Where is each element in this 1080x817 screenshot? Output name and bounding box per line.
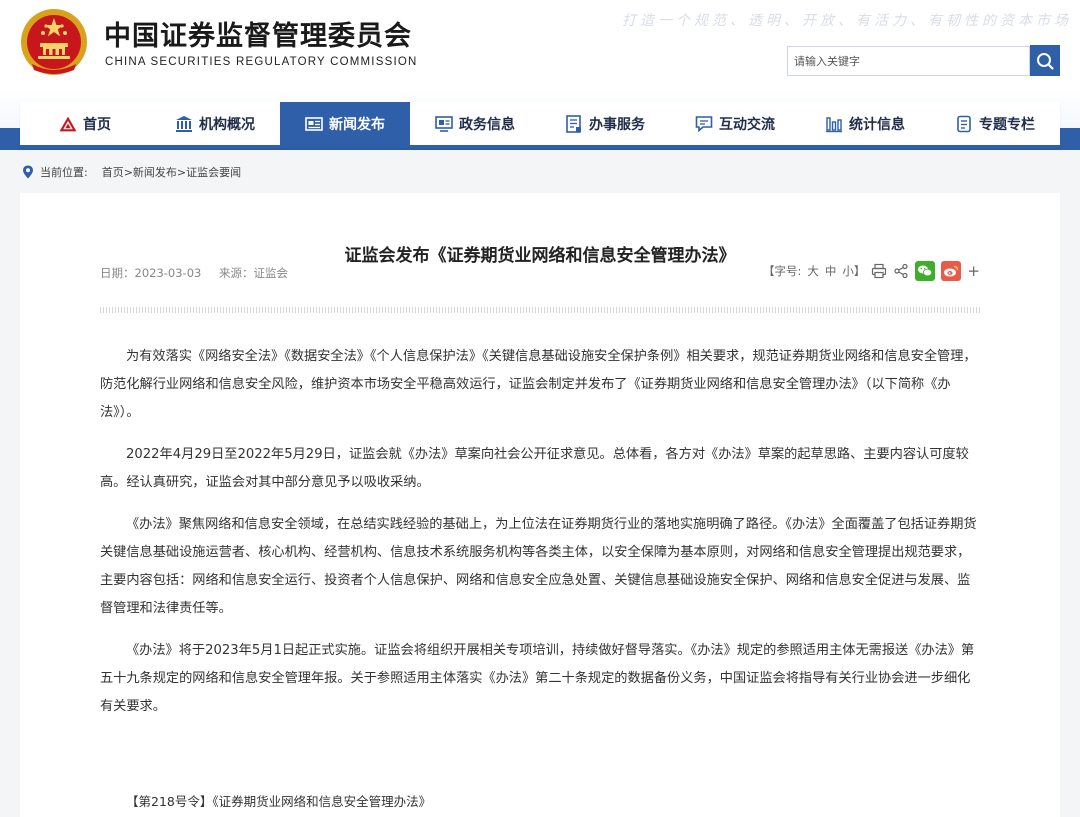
article-source: 来源：证监会: [219, 266, 288, 280]
chat-icon: [695, 115, 713, 133]
site-slogan: 打造一个规范、透明、开放、有活力、有韧性的资本市场: [622, 13, 1072, 29]
article-tools: 【字号: 大 中 小】 +: [763, 261, 980, 281]
print-icon[interactable]: [871, 263, 887, 279]
column-doc-icon: [955, 115, 973, 133]
article-paragraph: 2022年4月29日至2022年5月29日，证监会就《办法》草案向社会公开征求意…: [100, 447, 969, 490]
nav-label: 专题专栏: [979, 116, 1035, 133]
font-size-small[interactable]: 小】: [842, 263, 865, 279]
article-paragraph: 《办法》将于2023年5月1日起正式实施。证监会将组织开展相关专项培训，持续做好…: [100, 643, 975, 714]
nav-item-interaction[interactable]: 互动交流: [670, 102, 800, 145]
nav-label: 新闻发布: [329, 116, 385, 133]
monitor-icon: [435, 115, 453, 133]
nav-item-news[interactable]: 新闻发布: [280, 102, 410, 145]
search-button[interactable]: [1030, 45, 1060, 76]
breadcrumb: 当前位置: 首页>新闻发布>证监会要闻: [22, 164, 241, 180]
nav-label: 政务信息: [459, 116, 515, 133]
share-icon[interactable]: [893, 263, 909, 279]
national-emblem-icon[interactable]: [18, 6, 90, 78]
building-icon: [175, 115, 193, 133]
breadcrumb-path[interactable]: 首页>新闻发布>证监会要闻: [102, 164, 241, 180]
weibo-icon: [944, 265, 959, 277]
wechat-share-button[interactable]: [915, 261, 936, 281]
nav-label: 统计信息: [849, 116, 905, 133]
document-list-icon: [565, 114, 583, 133]
site-title-cn[interactable]: 中国证券监督管理委员会: [104, 14, 412, 53]
nav-item-services[interactable]: 办事服务: [540, 102, 670, 145]
attachment-link[interactable]: 【第218号令】《证券期货业网络和信息安全管理办法》: [126, 791, 431, 810]
article-date: 日期：2023-03-03: [100, 266, 202, 280]
search-input[interactable]: [787, 46, 1030, 76]
nav-label: 互动交流: [719, 116, 775, 133]
site-title-en: CHINA SECURITIES REGULATORY COMMISSION: [105, 56, 418, 68]
nav-item-statistics[interactable]: 统计信息: [800, 102, 930, 145]
font-size-large[interactable]: 大: [807, 263, 819, 279]
wechat-icon: [918, 265, 933, 277]
article-paragraph: 《办法》聚焦网络和信息安全领域，在总结实践经验的基础上，为上位法在证券期货行业的…: [100, 517, 977, 616]
title-divider: [100, 307, 980, 313]
nav-label: 办事服务: [589, 116, 645, 133]
article-paragraph: 为有效落实《网络安全法》《数据安全法》《个人信息保护法》《关键信息基础设施安全保…: [100, 349, 977, 420]
article-card: 证监会发布《证券期货业网络和信息安全管理办法》 日期：2023-03-03 来源…: [20, 193, 1060, 817]
bar-chart-icon: [825, 115, 843, 133]
nav-item-about[interactable]: 机构概况: [150, 102, 280, 145]
location-pin-icon: [23, 165, 33, 179]
font-size-label: 【字号:: [763, 264, 802, 278]
newspaper-icon: [305, 115, 323, 133]
nav-item-home[interactable]: 首页: [20, 102, 150, 145]
font-size-medium[interactable]: 中: [825, 263, 837, 279]
main-nav: 首页 机构概况 新闻发布 政务信息 办事服务 互动交流 统计信息 专题专栏: [20, 102, 1060, 148]
weibo-share-button[interactable]: [941, 261, 962, 281]
nav-item-government-info[interactable]: 政务信息: [410, 102, 540, 145]
nav-label: 机构概况: [199, 116, 255, 133]
more-share-icon[interactable]: +: [967, 262, 980, 280]
home-logo-icon: [59, 115, 77, 133]
article-meta: 日期：2023-03-03 来源：证监会: [100, 265, 302, 281]
nav-item-special-topics[interactable]: 专题专栏: [930, 102, 1060, 145]
nav-label: 首页: [83, 116, 111, 133]
search-icon: [1037, 52, 1054, 70]
breadcrumb-label: 当前位置:: [40, 166, 88, 179]
article-body: 为有效落实《网络安全法》《数据安全法》《个人信息保护法》《关键信息基础设施安全保…: [100, 343, 980, 735]
